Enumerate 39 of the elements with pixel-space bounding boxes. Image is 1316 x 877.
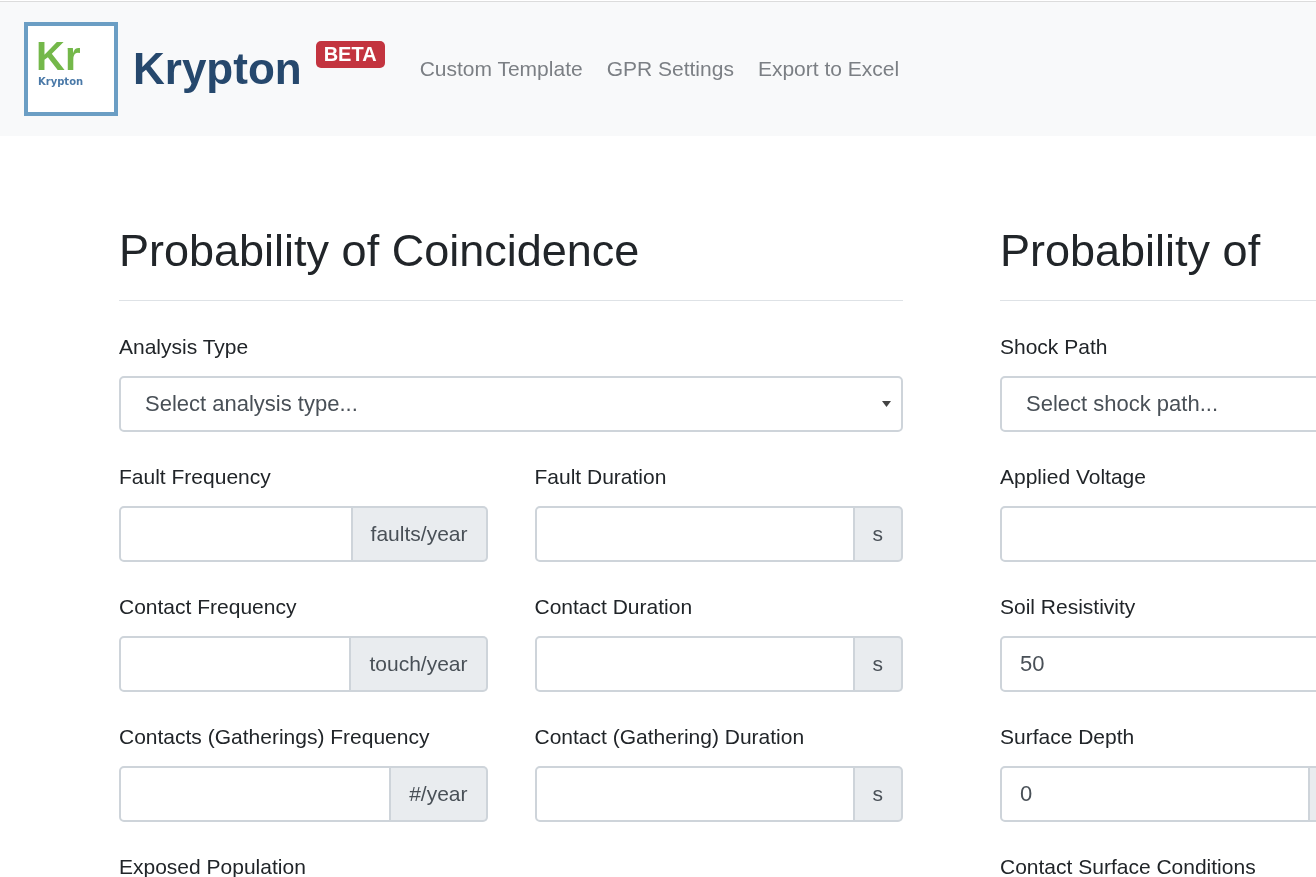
unit-addon: faults/year (352, 506, 488, 562)
unit-addon: s (854, 766, 903, 822)
input-field[interactable] (119, 636, 352, 692)
input-field[interactable] (119, 506, 353, 562)
nav-link[interactable]: GPR Settings (606, 57, 734, 81)
field-label: Fault Duration (534, 464, 668, 490)
logo-caption: Krypton (38, 76, 85, 87)
unit-addon: s (854, 506, 903, 562)
section-title: Probability of (1000, 224, 1262, 278)
unit-addon: s (854, 636, 903, 692)
brand-name[interactable]: Krypton (133, 44, 302, 94)
nav-link[interactable]: Export to Excel (757, 57, 900, 81)
field-label: Contact Frequency (119, 594, 298, 620)
field-label: Contact Duration (534, 594, 694, 620)
caret-icon (882, 401, 891, 407)
select-dropdown[interactable]: Select analysis type... (119, 376, 903, 432)
field-label: Soil Resistivity (1000, 594, 1137, 620)
input-field[interactable] (534, 636, 855, 692)
unit-addon: touch/year (351, 636, 488, 692)
unit-addon: #/year (391, 766, 488, 822)
logo[interactable]: Kr Krypton (24, 22, 118, 116)
field-label: Shock Path (1000, 334, 1109, 360)
input-field[interactable]: 0 (1000, 766, 1310, 822)
nav-link[interactable]: Custom Template (419, 57, 583, 81)
select-dropdown[interactable]: Select shock path... (1000, 376, 1316, 432)
field-label: Fault Frequency (119, 464, 272, 490)
beta-badge: BETA (315, 41, 385, 68)
field-label: Contacts (Gatherings) Frequency (119, 724, 431, 750)
field-label: Contact Surface Conditions (1000, 854, 1257, 877)
section-title: Probability of Coincidence (119, 224, 641, 278)
field-label: Applied Voltage (1000, 464, 1147, 490)
field-label: Analysis Type (119, 334, 250, 360)
input-field[interactable] (534, 766, 855, 822)
input-field[interactable] (119, 766, 392, 822)
logo-symbol: Kr (36, 36, 81, 76)
field-label: Surface Depth (1000, 724, 1136, 750)
input-field[interactable] (534, 506, 855, 562)
field-label: Contact (Gathering) Duration (534, 724, 806, 750)
input-field[interactable]: 50 (1000, 636, 1316, 692)
